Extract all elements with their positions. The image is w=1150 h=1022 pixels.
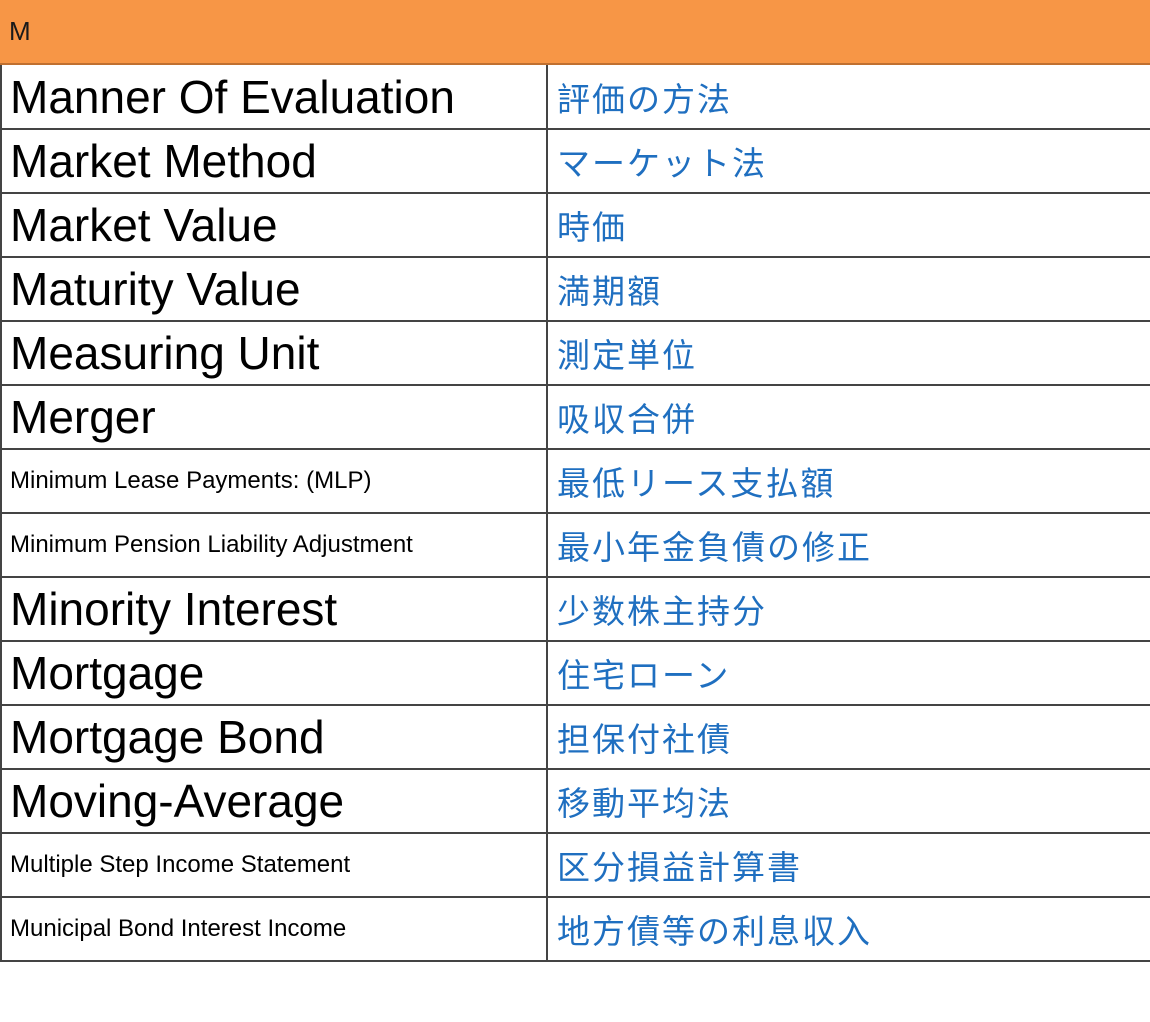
glossary-rows: Manner Of Evaluation 評価の方法 Market Method マ…	[0, 65, 1150, 962]
japanese-term: 区分損益計算書	[546, 832, 1150, 898]
english-term: Moving-Average	[0, 768, 548, 834]
english-term: Minimum Lease Payments: (MLP)	[0, 448, 548, 514]
japanese-term: 時価	[546, 192, 1150, 258]
japanese-term: 移動平均法	[546, 768, 1150, 834]
table-row: Minimum Lease Payments: (MLP) 最低リース支払額	[0, 448, 1150, 514]
glossary-table: Manner Of Evaluation 評価の方法 Market Method マ…	[0, 65, 1150, 962]
english-term: Multiple Step Income Statement	[0, 832, 548, 898]
english-term: Market Value	[0, 192, 548, 258]
table-row: Market Method マーケット法	[0, 128, 1150, 194]
english-term: Mortgage	[0, 640, 548, 706]
japanese-term: 地方債等の利息収入	[546, 896, 1150, 962]
section-header: M	[0, 0, 1150, 65]
table-row: Mortgage Bond 担保付社債	[0, 704, 1150, 770]
section-letter: M	[9, 16, 31, 46]
japanese-term: マーケット法	[546, 128, 1150, 194]
japanese-term: 測定単位	[546, 320, 1150, 386]
english-term: Merger	[0, 384, 548, 450]
english-term: Maturity Value	[0, 256, 548, 322]
japanese-term: 最小年金負債の修正	[546, 512, 1150, 578]
english-term: Market Method	[0, 128, 548, 194]
table-row: Merger 吸収合併	[0, 384, 1150, 450]
japanese-term: 満期額	[546, 256, 1150, 322]
english-term: Mortgage Bond	[0, 704, 548, 770]
table-row: Moving-Average 移動平均法	[0, 768, 1150, 834]
japanese-term: 吸収合併	[546, 384, 1150, 450]
japanese-term: 評価の方法	[546, 65, 1150, 130]
table-row: Multiple Step Income Statement 区分損益計算書	[0, 832, 1150, 898]
table-row: Measuring Unit 測定単位	[0, 320, 1150, 386]
english-term: Municipal Bond Interest Income	[0, 896, 548, 962]
japanese-term: 住宅ローン	[546, 640, 1150, 706]
japanese-term: 最低リース支払額	[546, 448, 1150, 514]
table-row: Maturity Value 満期額	[0, 256, 1150, 322]
table-row: Manner Of Evaluation 評価の方法	[0, 65, 1150, 130]
table-row: Market Value 時価	[0, 192, 1150, 258]
glossary-sheet: M Manner Of Evaluation 評価の方法 Market Metho…	[0, 0, 1150, 1022]
english-term: Measuring Unit	[0, 320, 548, 386]
english-term: Minority Interest	[0, 576, 548, 642]
japanese-term: 担保付社債	[546, 704, 1150, 770]
english-term: Manner Of Evaluation	[0, 65, 548, 130]
table-row: Minority Interest 少数株主持分	[0, 576, 1150, 642]
english-term: Minimum Pension Liability Adjustment	[0, 512, 548, 578]
table-row: Municipal Bond Interest Income 地方債等の利息収入	[0, 896, 1150, 962]
japanese-term: 少数株主持分	[546, 576, 1150, 642]
table-row: Mortgage 住宅ローン	[0, 640, 1150, 706]
table-row: Minimum Pension Liability Adjustment 最小年金…	[0, 512, 1150, 578]
